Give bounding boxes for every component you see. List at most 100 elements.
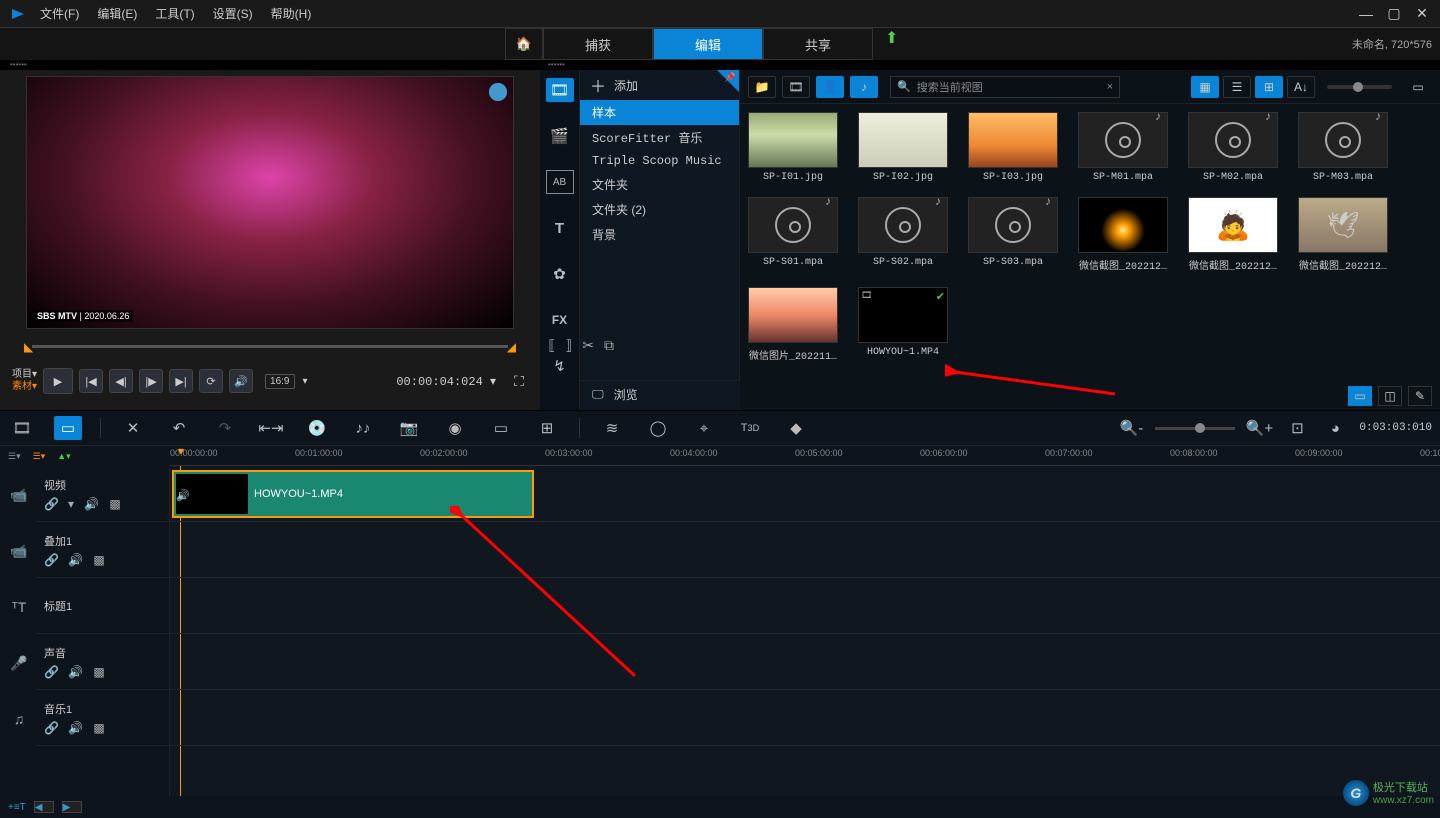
tree-item-sample[interactable]: 样本	[580, 100, 739, 125]
menu-help[interactable]: 帮助(H)	[271, 5, 312, 22]
track-head-title[interactable]: 标题1	[36, 578, 169, 634]
panel-grip-right[interactable]: ••••••	[540, 60, 1440, 70]
media-item[interactable]: ♪SP-M03.mpa	[1298, 112, 1388, 183]
enlarge-icon[interactable]: ⛶	[510, 372, 528, 390]
category-path-icon[interactable]: ↯	[546, 354, 574, 378]
media-item[interactable]: 微信图片_202211…	[748, 287, 838, 363]
panel-layout-2-icon[interactable]: ◫	[1378, 386, 1402, 406]
volume-button[interactable]: 🔊	[229, 369, 253, 393]
scroll-left-icon[interactable]: ◀	[34, 801, 54, 813]
link-icon[interactable]: 🔗	[44, 497, 58, 511]
upload-icon[interactable]: ⬆	[885, 28, 898, 60]
browse-button[interactable]: 🖵 浏览	[580, 380, 740, 408]
category-transition-icon[interactable]: 🎬	[546, 124, 574, 148]
lane-video[interactable]: 🔊 HOWYOU~1.MP4	[170, 466, 1440, 522]
category-fx-icon[interactable]: FX	[546, 308, 574, 332]
mute-icon[interactable]: 🔊	[68, 553, 82, 567]
lane-title[interactable]	[170, 578, 1440, 634]
track-title-icon[interactable]: ᵀT	[8, 596, 30, 618]
zoom-in-icon[interactable]: 🔍+	[1245, 416, 1273, 440]
panel-grip-left[interactable]: ••••••	[0, 60, 540, 70]
panel-options-icon[interactable]: ✎	[1408, 386, 1432, 406]
sort-icon[interactable]: A↓	[1287, 76, 1315, 98]
fx-slot-icon[interactable]: ▩	[92, 721, 106, 735]
grid-icon[interactable]: ⊞	[533, 416, 561, 440]
scissors-icon[interactable]: ✂	[582, 337, 594, 354]
media-item[interactable]: 🎞✔HOWYOU~1.MP4	[858, 287, 948, 363]
menu-tools[interactable]: 工具(T)	[155, 5, 194, 22]
media-item[interactable]: ♪SP-M02.mpa	[1188, 112, 1278, 183]
filter-photo-icon[interactable]: 👤	[816, 76, 844, 98]
capture-icon[interactable]: 📷	[395, 416, 423, 440]
tree-item-triplescoop[interactable]: Triple Scoop Music	[580, 150, 739, 172]
fx-slot-icon[interactable]: ▩	[92, 665, 106, 679]
track-menu-icon[interactable]: ☰▾	[8, 451, 21, 462]
undo-icon[interactable]: ↶	[165, 416, 193, 440]
category-title-ab-icon[interactable]: AB	[546, 170, 574, 194]
add-track-button[interactable]: +≡T	[8, 802, 26, 813]
fx-slot-icon[interactable]: ▩	[92, 553, 106, 567]
redo-icon[interactable]: ↷	[211, 416, 239, 440]
scrub-bar[interactable]: ◣ ◢ ⟦ ⟧ ✂ ⧉	[26, 337, 514, 355]
link-icon[interactable]: 🔗	[44, 665, 58, 679]
preview-timecode[interactable]: 00:00:04:024 ▾	[396, 374, 496, 389]
link-icon[interactable]: 🔗	[44, 721, 58, 735]
ruler-up-icon[interactable]: ▲▾	[57, 451, 70, 462]
source-selector[interactable]: 项目▾ 素材▾	[12, 369, 37, 393]
tab-edit[interactable]: 编辑	[653, 28, 763, 60]
timeline-view-icon[interactable]: ▭	[54, 416, 82, 440]
track-overlay-icon[interactable]: 📹	[8, 540, 30, 562]
filter-audio-icon[interactable]: ♪	[850, 76, 878, 98]
zoom-out-icon[interactable]: 🔍-	[1117, 416, 1145, 440]
category-text-icon[interactable]: T	[546, 216, 574, 240]
track-head-video[interactable]: 视频 🔗▾🔊▩	[36, 466, 169, 522]
prev-frame-button[interactable]: ◀|	[109, 369, 133, 393]
project-duration-icon[interactable]: ◕	[1321, 416, 1349, 440]
track-music-icon[interactable]: ♫	[8, 708, 30, 730]
menu-settings[interactable]: 设置(S)	[213, 5, 253, 22]
tab-capture[interactable]: 捕获	[543, 28, 653, 60]
go-start-button[interactable]: |◀	[79, 369, 103, 393]
media-item[interactable]: 🕊微信截图_202212…	[1298, 197, 1388, 273]
track-video-icon[interactable]: 📹	[8, 484, 30, 506]
media-item[interactable]: SP-I03.jpg	[968, 112, 1058, 183]
track-head-overlay[interactable]: 叠加1 🔗🔊▩	[36, 522, 169, 578]
mask-icon[interactable]: ◆	[782, 416, 810, 440]
aspect-dropdown-icon[interactable]: ▾	[303, 376, 308, 387]
overlay-icon[interactable]: ◉	[441, 416, 469, 440]
mute-icon[interactable]: 🔊	[68, 721, 82, 735]
menu-file[interactable]: 文件(F)	[40, 5, 79, 22]
filter-video-icon[interactable]: 🎞	[782, 76, 810, 98]
tree-item-folder2[interactable]: 文件夹 (2)	[580, 197, 739, 222]
media-item[interactable]: 🙇微信截图_202212…	[1188, 197, 1278, 273]
mute-icon[interactable]: 🔊	[84, 497, 98, 511]
disc-icon[interactable]: 💿	[303, 416, 331, 440]
minimize-icon[interactable]: —	[1356, 7, 1376, 21]
media-item[interactable]: SP-I01.jpg	[748, 112, 838, 183]
timeline-ruler[interactable]: ☰▾ ☰▾ ▲▾ 00:00:00:0000:01:00:0000:02:00:…	[0, 446, 1440, 466]
video-clip[interactable]: 🔊 HOWYOU~1.MP4	[172, 470, 534, 518]
close-icon[interactable]: ✕	[1412, 7, 1432, 21]
media-item[interactable]: ♪SP-M01.mpa	[1078, 112, 1168, 183]
track-head-music[interactable]: 音乐1 🔗🔊▩	[36, 690, 169, 746]
bracket-in-icon[interactable]: ⟦	[548, 337, 555, 354]
playhead-marker-icon[interactable]: ▾	[178, 444, 184, 458]
lane-voice[interactable]	[170, 634, 1440, 690]
trim-icon[interactable]: ⇤⇥	[257, 416, 285, 440]
tree-item-background[interactable]: 背景	[580, 222, 739, 247]
import-folder-icon[interactable]: 📁	[748, 76, 776, 98]
zoom-slider[interactable]	[1155, 427, 1235, 430]
fit-icon[interactable]: ⊡	[1283, 416, 1311, 440]
track-voice-icon[interactable]: 🎤	[8, 652, 30, 674]
track-lanes[interactable]: 🔊 HOWYOU~1.MP4	[170, 466, 1440, 796]
thumb-size-slider[interactable]	[1327, 85, 1392, 89]
view-grid-icon[interactable]: ⊞	[1255, 76, 1283, 98]
mark-out-icon[interactable]: ◢	[507, 340, 516, 354]
link-icon[interactable]: 🔗	[44, 553, 58, 567]
category-media-icon[interactable]: 🎞	[546, 78, 574, 102]
menu-edit[interactable]: 编辑(E)	[97, 5, 137, 22]
next-frame-button[interactable]: |▶	[139, 369, 163, 393]
play-button[interactable]: ▶	[43, 368, 73, 394]
media-item[interactable]: 微信截图_202212…	[1078, 197, 1168, 273]
preview-video[interactable]: 12 SBS MTV | 2020.06.26	[26, 76, 514, 329]
